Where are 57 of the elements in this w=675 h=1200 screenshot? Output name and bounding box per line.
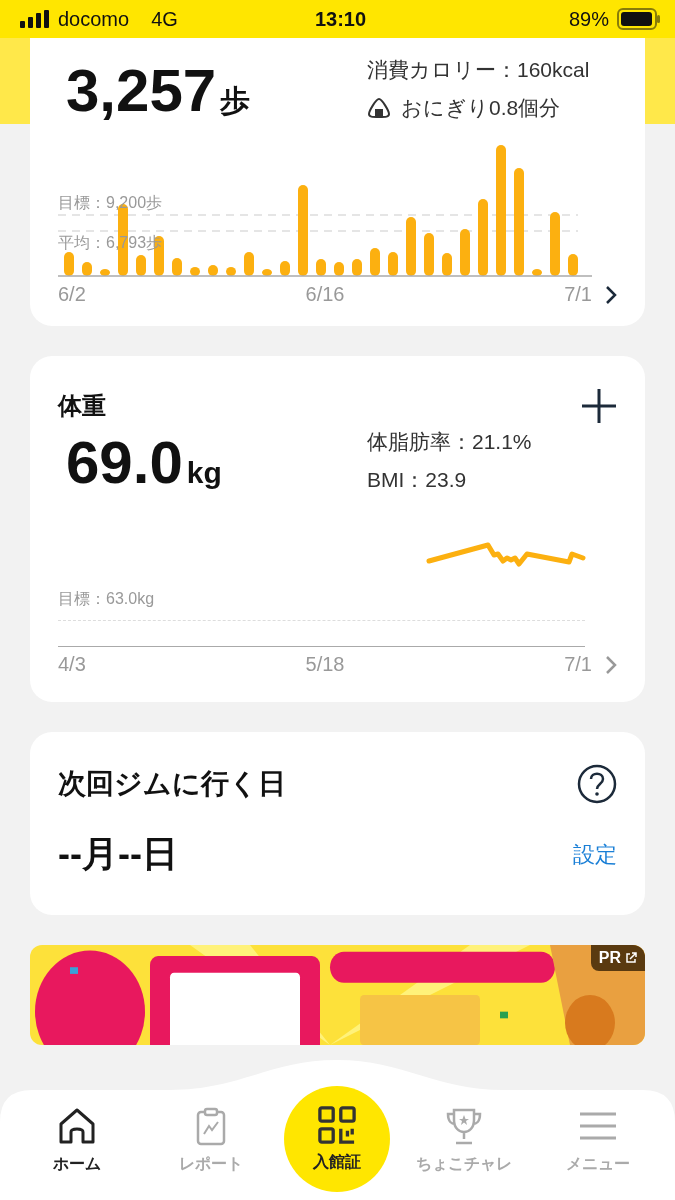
weight-unit: kg [186,456,222,490]
battery-percent: 89% [568,7,609,31]
signal-icon [20,10,50,28]
bar [460,229,470,276]
body-fat-text: 体脂肪率：21.1% [367,429,533,455]
bar [370,248,380,276]
step-unit: 歩 [220,83,251,119]
bar [352,259,362,276]
weight-value: 69.0 [66,428,183,497]
nav-tab[interactable]: ホーム [16,1092,137,1175]
bar [244,252,254,276]
bar [388,252,398,276]
bar [64,252,74,276]
qr-code-icon [318,1105,357,1144]
date-label: 4/3 [58,653,86,676]
network-type: 4G [151,7,178,31]
settings-link[interactable]: 設定 [573,839,617,870]
bar [172,258,182,276]
ad-badge[interactable]: PR [590,945,645,971]
goal-label: 目標：63.0kg [58,589,155,609]
help-icon[interactable] [577,764,617,804]
external-link-icon [625,952,637,964]
date-label: 7/1 [564,653,592,676]
bar [262,269,272,276]
bar [208,265,218,276]
bar [280,261,290,276]
gym-date: --月--日 [58,832,178,876]
date-label: 6/16 [305,283,345,306]
bmi-text: BMI：23.9 [367,467,468,493]
date-label: 6/2 [58,283,86,306]
step-count: 3,257 [66,56,217,125]
bar [532,269,542,276]
clock: 13:10 [314,7,367,31]
rice-ball-text: おにぎり0.8個分 [401,95,561,121]
card-title: 体重 [58,391,106,421]
plus-icon[interactable] [581,388,617,424]
card-title: 次回ジムに行く日 [58,767,286,801]
battery-icon [617,8,661,30]
weight-card[interactable]: 体重 69.0 kg 体脂肪率：21.1% BMI：23.9 目標：63.0kg 4/3 5/18 7/1 [30,356,645,702]
bar [136,255,146,276]
calories-text: 消費カロリー：160kcal [367,57,591,83]
bar [334,262,344,276]
goal-label: 目標：9,200歩 [58,193,163,213]
bar [406,217,416,276]
bar [550,212,560,276]
bar [568,254,578,276]
date-label: 5/18 [305,653,345,676]
bar [100,269,110,276]
bar [82,262,92,276]
bar [442,253,452,276]
bar [424,233,434,276]
bar [316,259,326,276]
carrier-name: docomo [58,7,130,31]
bar [190,267,200,276]
bar [226,267,236,276]
date-label: 7/1 [564,283,592,306]
chevron-right-icon[interactable] [605,284,617,305]
